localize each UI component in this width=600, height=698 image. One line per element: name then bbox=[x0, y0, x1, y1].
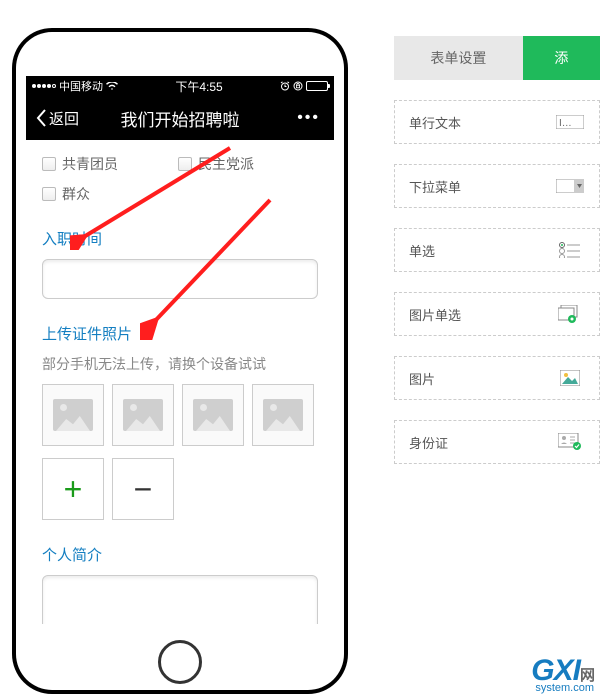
checkbox-item[interactable]: 民主党派 bbox=[178, 154, 254, 174]
field-label-upload: 上传证件照片 bbox=[42, 323, 318, 344]
id-card-icon bbox=[555, 433, 585, 451]
join-date-input[interactable] bbox=[42, 259, 318, 299]
component-label: 下拉菜单 bbox=[409, 177, 461, 196]
checkbox-icon bbox=[178, 157, 192, 171]
upload-grid bbox=[42, 384, 318, 446]
page-title: 我们开始招聘啦 bbox=[121, 106, 240, 131]
image-placeholder-icon bbox=[123, 399, 163, 431]
component-label: 图片 bbox=[409, 369, 435, 388]
component-id-card[interactable]: 身份证 bbox=[394, 420, 600, 464]
svg-text:I…: I… bbox=[559, 118, 572, 129]
alarm-icon bbox=[280, 81, 290, 91]
checkbox-item[interactable]: 共青团员 bbox=[42, 154, 118, 174]
field-label-profile: 个人简介 bbox=[42, 544, 318, 565]
carrier-label: 中国移动 bbox=[59, 78, 103, 94]
component-label: 身份证 bbox=[409, 433, 448, 452]
checkbox-group: 共青团员 民主党派 群众 bbox=[42, 154, 318, 204]
tab-form-settings[interactable]: 表单设置 bbox=[394, 36, 523, 80]
wifi-icon bbox=[106, 82, 118, 91]
back-label: 返回 bbox=[49, 108, 79, 129]
checkbox-label: 民主党派 bbox=[198, 154, 254, 174]
upload-slot[interactable] bbox=[252, 384, 314, 446]
radio-icon bbox=[555, 241, 585, 259]
checkbox-icon bbox=[42, 187, 56, 201]
text-input-icon: I… bbox=[555, 113, 585, 131]
watermark: GXI网 system.com bbox=[531, 654, 594, 694]
status-bar: 中国移动 下午4:55 bbox=[26, 76, 334, 96]
component-image[interactable]: 图片 bbox=[394, 356, 600, 400]
nav-bar: 返回 我们开始招聘啦 ••• bbox=[26, 96, 334, 140]
checkbox-label: 共青团员 bbox=[62, 154, 118, 174]
component-label: 单选 bbox=[409, 241, 435, 260]
upload-slot[interactable] bbox=[182, 384, 244, 446]
upload-hint: 部分手机无法上传，请换个设备试试 bbox=[42, 354, 318, 374]
watermark-url: system.com bbox=[531, 682, 594, 694]
component-radio[interactable]: 单选 bbox=[394, 228, 600, 272]
rotation-lock-icon bbox=[293, 81, 303, 91]
component-label: 图片单选 bbox=[409, 305, 461, 324]
component-dropdown[interactable]: 下拉菜单 bbox=[394, 164, 600, 208]
back-button[interactable]: 返回 bbox=[36, 108, 79, 129]
upload-slot[interactable] bbox=[112, 384, 174, 446]
right-panel: 表单设置 添 单行文本 I… 下拉菜单 单选 图片单选 图片 身份证 bbox=[394, 36, 600, 464]
image-icon bbox=[555, 369, 585, 387]
image-radio-icon bbox=[555, 305, 585, 323]
image-placeholder-icon bbox=[193, 399, 233, 431]
add-remove-row: + − bbox=[42, 458, 318, 520]
phone-frame: 中国移动 下午4:55 返回 我们开始招聘啦 ••• bbox=[12, 28, 348, 694]
checkbox-label: 群众 bbox=[62, 184, 90, 204]
profile-input[interactable] bbox=[42, 575, 318, 624]
checkbox-item[interactable]: 群众 bbox=[42, 184, 318, 204]
chevron-left-icon bbox=[36, 109, 47, 127]
component-list: 单行文本 I… 下拉菜单 单选 图片单选 图片 身份证 bbox=[394, 100, 600, 464]
more-button[interactable]: ••• bbox=[297, 109, 320, 127]
phone-screen: 中国移动 下午4:55 返回 我们开始招聘啦 ••• bbox=[26, 76, 334, 624]
checkbox-icon bbox=[42, 157, 56, 171]
component-image-radio[interactable]: 图片单选 bbox=[394, 292, 600, 336]
field-label-join-date: 入职时间 bbox=[42, 228, 318, 249]
add-button[interactable]: + bbox=[42, 458, 104, 520]
dropdown-icon bbox=[555, 177, 585, 195]
upload-slot[interactable] bbox=[42, 384, 104, 446]
image-placeholder-icon bbox=[53, 399, 93, 431]
component-label: 单行文本 bbox=[409, 113, 461, 132]
clock-label: 下午4:55 bbox=[175, 78, 222, 95]
signal-dots-icon bbox=[32, 84, 56, 88]
tab-add[interactable]: 添 bbox=[523, 36, 600, 80]
tab-row: 表单设置 添 bbox=[394, 36, 600, 80]
component-single-text[interactable]: 单行文本 I… bbox=[394, 100, 600, 144]
image-placeholder-icon bbox=[263, 399, 303, 431]
form-content: 共青团员 民主党派 群众 入职时间 上传证件照片 部分手机无法上传，请换个设备试… bbox=[26, 140, 334, 624]
home-button[interactable] bbox=[158, 640, 202, 684]
phone-inner: 中国移动 下午4:55 返回 我们开始招聘啦 ••• bbox=[16, 32, 344, 690]
remove-button[interactable]: − bbox=[112, 458, 174, 520]
battery-icon bbox=[306, 81, 328, 91]
